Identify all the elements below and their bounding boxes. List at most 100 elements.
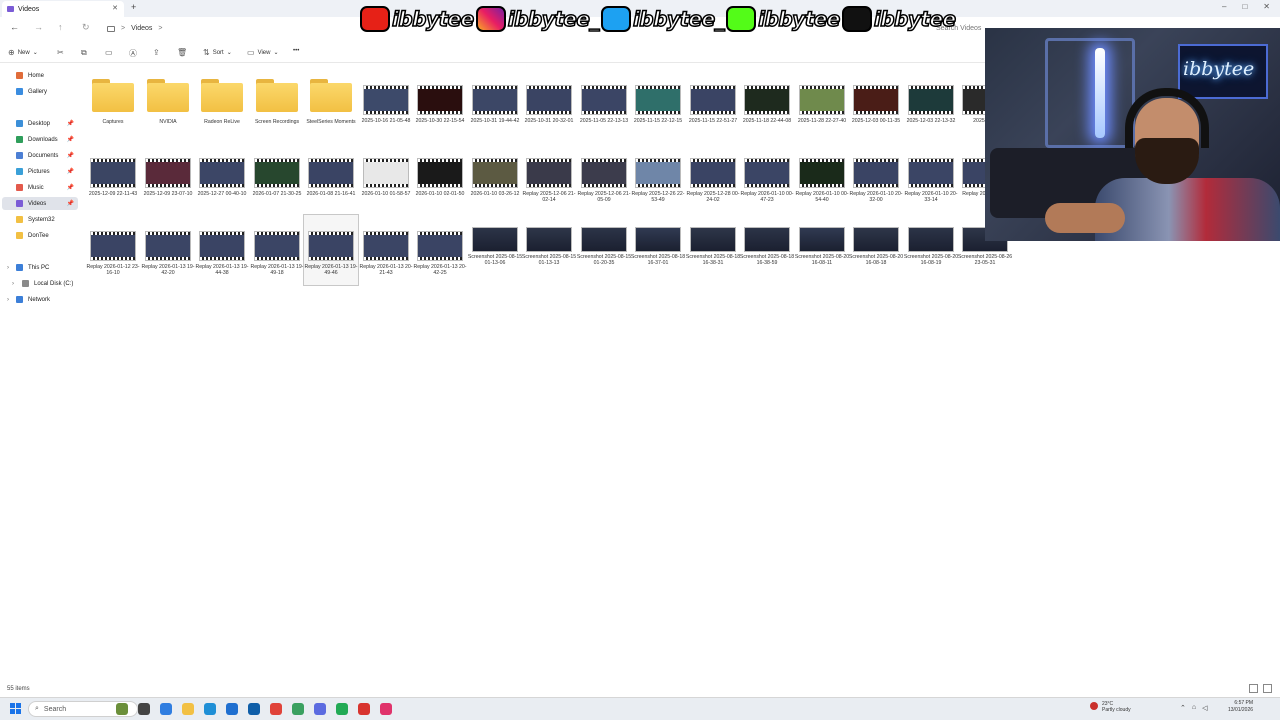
sidebar-item-downloads[interactable]: Downloads 📌 xyxy=(2,133,78,146)
chevron-up-icon[interactable]: ⌃ xyxy=(1180,704,1186,712)
taskbar-app-icon[interactable] xyxy=(314,703,326,715)
new-button[interactable]: ⊕ New ⌄ xyxy=(8,48,38,57)
image-file-item[interactable]: Screenshot 2025-08-18 16-38-59 xyxy=(740,215,794,285)
taskbar-app-icon[interactable] xyxy=(116,703,128,715)
folder-item[interactable]: NVIDIA xyxy=(141,69,195,139)
folder-item[interactable]: Screen Recordings xyxy=(250,69,304,139)
image-file-item[interactable]: Screenshot 2025-08-18 16-38-31 xyxy=(686,215,740,285)
rename-button[interactable]: Ⓐ xyxy=(129,48,137,59)
tiles-view-button[interactable] xyxy=(1263,684,1272,693)
video-file-item[interactable]: 2025-10-31 19-44-42 xyxy=(468,69,522,139)
video-file-item[interactable]: Replay 2026-01-10 00-54-40 xyxy=(795,142,849,212)
sort-button[interactable]: ⇅ Sort ⌄ xyxy=(203,48,232,57)
video-file-item[interactable]: Replay 2025-12-28 00-24-02 xyxy=(686,142,740,212)
taskbar-app-icon[interactable] xyxy=(248,703,260,715)
expand-chevron-icon[interactable]: › xyxy=(7,265,9,271)
video-file-item[interactable]: Replay 2026-01-10 00-47-23 xyxy=(740,142,794,212)
copy-button[interactable]: ⧉ xyxy=(81,48,87,58)
video-file-item[interactable]: Replay 2025-12-26 22-53-49 xyxy=(631,142,685,212)
refresh-button[interactable]: ↻ xyxy=(82,22,90,33)
expand-chevron-icon[interactable]: › xyxy=(7,297,9,303)
video-file-item[interactable]: 2026-01-10 03-26-12 xyxy=(468,142,522,212)
tab-videos[interactable]: Videos ✕ xyxy=(2,1,124,17)
taskbar-app-icon[interactable] xyxy=(292,703,304,715)
weather-widget[interactable]: 23°C Partly cloudy xyxy=(1090,701,1131,713)
video-file-item[interactable]: Replay 2026-01-13 20-21-43 xyxy=(359,215,413,285)
folder-item[interactable]: SteelSeries Moments xyxy=(304,69,358,139)
sidebar-item-gallery[interactable]: Gallery xyxy=(2,85,78,98)
sidebar-item-desktop[interactable]: Desktop 📌 xyxy=(2,117,78,130)
back-button[interactable]: ← xyxy=(10,22,19,32)
video-file-item[interactable]: Replay 2025-12-06 21-02-14 xyxy=(522,142,576,212)
image-file-item[interactable]: Screenshot 2025-08-18 16-37-01 xyxy=(631,215,685,285)
taskbar-app-icon[interactable] xyxy=(226,703,238,715)
video-file-item[interactable]: 2025-12-03 00-11-35 xyxy=(849,69,903,139)
sidebar-item-home[interactable]: Home xyxy=(2,69,78,82)
paste-button[interactable]: ▭ xyxy=(105,48,113,57)
details-view-button[interactable] xyxy=(1249,684,1258,693)
image-file-item[interactable]: Screenshot 2025-08-15 01-13-13 xyxy=(522,215,576,285)
minimize-button[interactable]: – xyxy=(1222,2,1226,11)
taskbar-app-icon[interactable] xyxy=(358,703,370,715)
image-file-item[interactable]: Screenshot 2025-08-15 01-20-35 xyxy=(577,215,631,285)
taskbar-app-icon[interactable] xyxy=(270,703,282,715)
start-button[interactable] xyxy=(10,703,22,715)
image-file-item[interactable]: Screenshot 2025-08-15 01-13-06 xyxy=(468,215,522,285)
sidebar-item-documents[interactable]: Documents 📌 xyxy=(2,149,78,162)
volume-icon[interactable]: ◁ xyxy=(1202,704,1207,712)
video-file-item[interactable]: 2025-11-28 22-27-40 xyxy=(795,69,849,139)
sidebar-item-system32[interactable]: System32 xyxy=(2,213,78,226)
expand-chevron-icon[interactable]: › xyxy=(12,281,14,287)
video-file-item[interactable]: Replay 2026-01-12 23-16-10 xyxy=(86,215,140,285)
video-file-item[interactable]: Replay 2026-01-10 20-32-00 xyxy=(849,142,903,212)
video-file-item[interactable]: 2025-10-31 20-32-01 xyxy=(522,69,576,139)
video-file-item[interactable]: 2025-12-27 00-40-10 xyxy=(195,142,249,212)
sidebar-item-local-disk-c[interactable]: › Local Disk (C:) xyxy=(2,277,78,290)
more-options-button[interactable]: ••• xyxy=(293,48,299,54)
sidebar-item-pictures[interactable]: Pictures 📌 xyxy=(2,165,78,178)
video-file-item[interactable]: Replay 2026-01-13 19-44-38 xyxy=(195,215,249,285)
image-file-item[interactable]: Screenshot 2025-08-20 16-08-19 xyxy=(904,215,958,285)
close-tab-icon[interactable]: ✕ xyxy=(112,4,118,12)
video-file-item[interactable]: 2025-11-15 22-12-15 xyxy=(631,69,685,139)
view-button[interactable]: ▭ View ⌄ xyxy=(247,48,279,57)
video-file-item[interactable]: 2025-11-15 22-51-27 xyxy=(686,69,740,139)
taskbar-app-icon[interactable] xyxy=(204,703,216,715)
taskbar-app-icon[interactable] xyxy=(138,703,150,715)
delete-button[interactable]: 🗑 xyxy=(177,48,187,57)
video-file-item[interactable]: Replay 2026-01-13 19-49-18 xyxy=(250,215,304,285)
video-file-item[interactable]: 2026-01-10 02-01-50 xyxy=(413,142,467,212)
video-file-item[interactable]: 2026-01-08 21-16-41 xyxy=(304,142,358,212)
close-window-button[interactable]: ✕ xyxy=(1263,2,1270,11)
video-file-item[interactable]: Replay 2025-12-06 21-05-09 xyxy=(577,142,631,212)
video-file-item[interactable]: Replay 2026-01-13 20-42-25 xyxy=(413,215,467,285)
folder-item[interactable]: Radeon ReLive xyxy=(195,69,249,139)
sidebar-item-this-pc[interactable]: › This PC xyxy=(2,261,78,274)
video-file-item[interactable]: 2025-12-09 22-11-43 xyxy=(86,142,140,212)
sidebar-item-dontee[interactable]: DonTee xyxy=(2,229,78,242)
taskbar-app-icon[interactable] xyxy=(182,703,194,715)
sidebar-item-videos[interactable]: Videos 📌 xyxy=(2,197,78,210)
video-file-item[interactable]: 2025-10-30 22-15-54 xyxy=(413,69,467,139)
up-button[interactable]: ↑ xyxy=(58,22,63,32)
image-file-item[interactable]: Screenshot 2025-08-20 16-08-11 xyxy=(795,215,849,285)
cut-button[interactable]: ✂ xyxy=(57,48,64,57)
video-file-item[interactable]: 2025-12-09 23-07-10 xyxy=(141,142,195,212)
share-button[interactable]: ⇪ xyxy=(153,48,160,57)
network-icon[interactable]: ⌂ xyxy=(1192,704,1196,712)
video-file-item[interactable]: Replay 2026-01-13 19-42-20 xyxy=(141,215,195,285)
video-file-item[interactable]: 2025-12-03 22-13-32 xyxy=(904,69,958,139)
new-tab-button[interactable]: + xyxy=(131,2,136,12)
clock[interactable]: 6:57 PM 13/01/2026 xyxy=(1228,700,1253,714)
taskbar-app-icon[interactable] xyxy=(336,703,348,715)
video-file-item[interactable]: 2025-11-18 22-44-08 xyxy=(740,69,794,139)
video-file-item[interactable]: 2025-11-05 22-13-13 xyxy=(577,69,631,139)
sidebar-item-music[interactable]: Music 📌 xyxy=(2,181,78,194)
taskbar-app-icon[interactable] xyxy=(380,703,392,715)
video-file-item[interactable]: 2026-01-10 01-58-57 xyxy=(359,142,413,212)
video-file-item[interactable]: 2025-10-16 21-05-48 xyxy=(359,69,413,139)
video-file-item[interactable]: Replay 2026-01-13 19-49-46 xyxy=(303,214,359,286)
video-file-item[interactable]: 2026-01-07 21-30-25 xyxy=(250,142,304,212)
breadcrumb-videos[interactable]: Videos xyxy=(131,25,152,32)
video-file-item[interactable]: Replay 2026-01-10 20-33-14 xyxy=(904,142,958,212)
